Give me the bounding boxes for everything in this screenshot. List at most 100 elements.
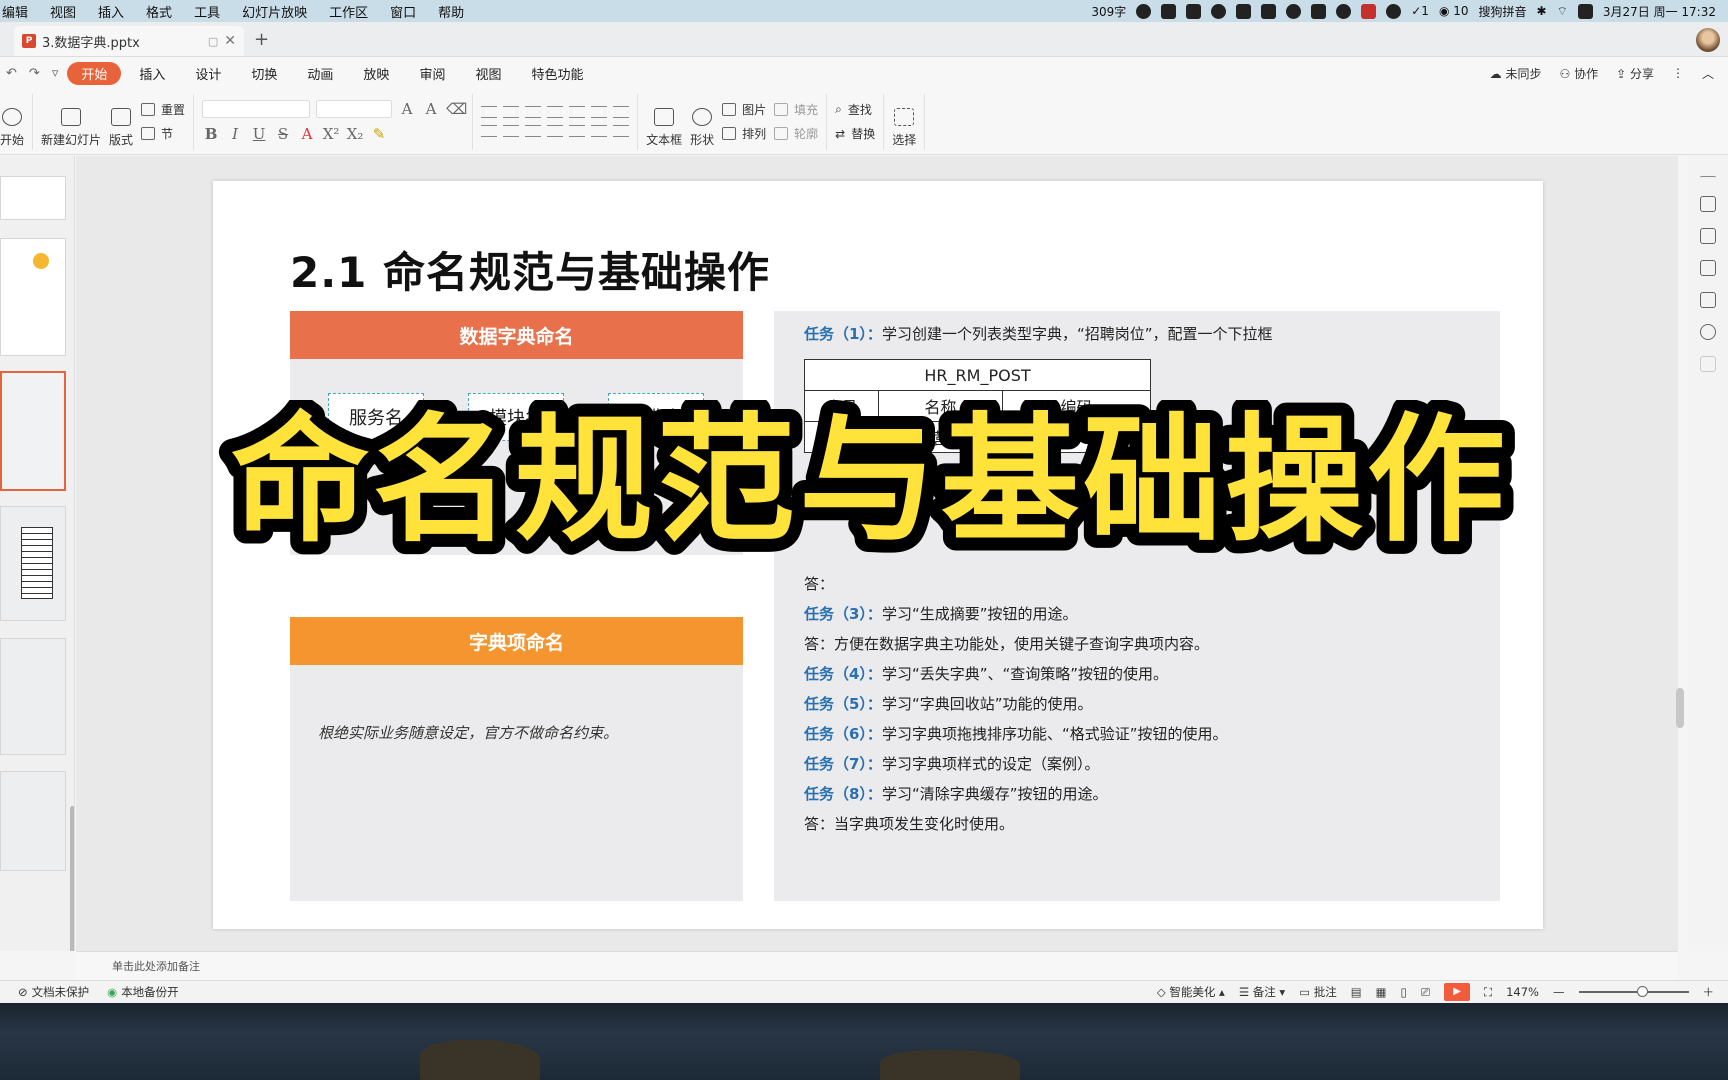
- shape-button[interactable]: 形状: [690, 96, 714, 148]
- clear-format-icon[interactable]: ⌫: [446, 100, 467, 118]
- slide-thumbnail[interactable]: [0, 771, 66, 871]
- more-dropdown-icon[interactable]: ▿: [52, 66, 59, 81]
- increase-indent-icon[interactable]: [547, 106, 564, 118]
- collapse-icon[interactable]: [1700, 176, 1716, 180]
- redo-icon[interactable]: ↷: [29, 66, 40, 81]
- beautify-icon[interactable]: [1700, 292, 1716, 308]
- history-icon[interactable]: [1700, 324, 1716, 340]
- mic-icon[interactable]: [1161, 3, 1177, 19]
- menu-tools[interactable]: 工具: [183, 2, 231, 21]
- font-grow-icon[interactable]: A: [398, 100, 416, 118]
- menu-insert[interactable]: 插入: [87, 2, 135, 21]
- control-center-icon[interactable]: [1577, 3, 1593, 19]
- zoom-in-button[interactable]: ＋: [1703, 984, 1715, 1000]
- beautify-button[interactable]: ◇ 智能美化 ▴: [1157, 984, 1225, 1000]
- slide-thumbnail[interactable]: [0, 238, 66, 356]
- numbered-list-icon[interactable]: [503, 106, 520, 118]
- menu-edit[interactable]: 编辑: [0, 2, 39, 21]
- align-left-icon[interactable]: [481, 125, 498, 137]
- font-family-select[interactable]: [202, 100, 311, 118]
- ime-indicator[interactable]: 搜狗拼音: [1479, 3, 1527, 20]
- slide-title[interactable]: 2.1 命名规范与基础操作: [290, 239, 770, 300]
- tab-view[interactable]: 视图: [463, 62, 513, 85]
- more-menu-icon[interactable]: ⋮: [1672, 66, 1684, 80]
- align-center-icon[interactable]: [503, 125, 520, 137]
- zoom-slider-knob[interactable]: [1636, 986, 1648, 997]
- zoom-level[interactable]: 147%: [1506, 985, 1539, 999]
- italic-icon[interactable]: I: [226, 125, 244, 143]
- notes-button[interactable]: ☰ 备注 ▾: [1239, 984, 1285, 1000]
- tab-home[interactable]: 开始: [67, 61, 122, 85]
- thumbnail-scrollbar[interactable]: [70, 806, 74, 951]
- reading-view-icon[interactable]: ▯: [1401, 985, 1407, 999]
- columns-icon[interactable]: [613, 106, 630, 118]
- protect-status[interactable]: ⊘ 文档未保护: [18, 984, 89, 1000]
- bluetooth-icon[interactable]: ✱: [1537, 4, 1547, 18]
- menu-help[interactable]: 帮助: [427, 2, 475, 21]
- close-tab-icon[interactable]: ✕: [224, 33, 236, 49]
- tab-slideshow[interactable]: 放映: [351, 62, 401, 85]
- grid-app-icon[interactable]: [1186, 3, 1202, 19]
- font-shrink-icon[interactable]: A: [422, 100, 440, 118]
- notes-pane[interactable]: 单击此处添加备注: [76, 951, 1678, 980]
- video-app-icon[interactable]: [1361, 3, 1377, 19]
- backup-status[interactable]: ◉ 本地备份开: [107, 984, 179, 1000]
- zoom-out-button[interactable]: —: [1553, 985, 1565, 999]
- subscript-icon[interactable]: X₂: [346, 125, 364, 143]
- bell-icon[interactable]: [1286, 3, 1302, 19]
- collab-button[interactable]: ⚇ 协作: [1560, 65, 1599, 82]
- menu-format[interactable]: 格式: [135, 2, 183, 21]
- tab-insert[interactable]: 插入: [127, 62, 177, 85]
- canvas-scrollbar[interactable]: [1676, 168, 1686, 938]
- replace-button[interactable]: ⇄ 替换: [835, 125, 875, 142]
- layout-button[interactable]: 版式: [109, 96, 133, 148]
- justify-icon[interactable]: [547, 125, 564, 137]
- normal-view-icon[interactable]: ▤: [1351, 985, 1362, 999]
- comment-button[interactable]: ▭ 批注: [1299, 984, 1337, 1000]
- slide-thumbnail[interactable]: [0, 506, 66, 621]
- decrease-indent-icon[interactable]: [525, 106, 542, 118]
- collapse-ribbon-icon[interactable]: ︿: [1702, 65, 1714, 82]
- animation-icon[interactable]: [1700, 260, 1716, 276]
- tab-design[interactable]: 设计: [183, 62, 233, 85]
- check-badge[interactable]: ✓1: [1411, 4, 1429, 18]
- text-direction-icon[interactable]: [569, 106, 586, 118]
- sorter-view-icon[interactable]: ▦: [1376, 985, 1387, 999]
- sync-button[interactable]: ☁ 未同步: [1490, 65, 1542, 82]
- docker-icon[interactable]: [1261, 3, 1277, 19]
- properties-icon[interactable]: [1700, 196, 1716, 212]
- star-icon[interactable]: [1700, 228, 1716, 244]
- zoom-slider[interactable]: [1578, 986, 1689, 997]
- textbox-button[interactable]: 文本框: [646, 96, 682, 148]
- tab-review[interactable]: 审阅: [407, 62, 457, 85]
- line-spacing-icon[interactable]: [591, 125, 608, 137]
- tab-special[interactable]: 特色功能: [519, 62, 595, 85]
- distribute-icon[interactable]: [569, 125, 586, 137]
- menu-workspace[interactable]: 工作区: [318, 2, 379, 21]
- presenter-icon[interactable]: ⎚: [1421, 985, 1430, 1000]
- evernote-icon[interactable]: [1336, 3, 1352, 19]
- bold-icon[interactable]: B: [202, 125, 220, 143]
- slide-thumbnail[interactable]: [0, 638, 66, 755]
- underline-icon[interactable]: U: [250, 125, 268, 143]
- outline-button[interactable]: 轮廓: [774, 125, 818, 142]
- wps-tray-icon[interactable]: [1236, 3, 1252, 19]
- select-button[interactable]: 选择: [892, 96, 916, 148]
- record-icon[interactable]: [1136, 3, 1152, 19]
- menu-window[interactable]: 窗口: [379, 2, 427, 21]
- new-tab-button[interactable]: +: [254, 29, 269, 50]
- fill-button[interactable]: 填充: [774, 101, 818, 118]
- sort-icon[interactable]: [591, 106, 608, 118]
- section-button[interactable]: 节: [141, 125, 185, 142]
- find-button[interactable]: ⌕ 查找: [835, 101, 875, 118]
- fit-window-icon[interactable]: ⛶: [1484, 985, 1492, 1000]
- undo-icon[interactable]: ↶: [6, 66, 17, 81]
- font-color-icon[interactable]: A: [298, 125, 316, 143]
- tab-animation[interactable]: 动画: [295, 62, 345, 85]
- share-button[interactable]: ⇪ 分享: [1616, 65, 1654, 82]
- play-slideshow-button[interactable]: ▶: [1444, 983, 1471, 1001]
- paragraph-spacing-icon[interactable]: [613, 125, 630, 137]
- document-tab[interactable]: P 3.数据字典.pptx ▢ ✕: [14, 26, 244, 56]
- highlight-icon[interactable]: ✎: [370, 125, 388, 143]
- pin-icon[interactable]: ▢: [208, 35, 218, 48]
